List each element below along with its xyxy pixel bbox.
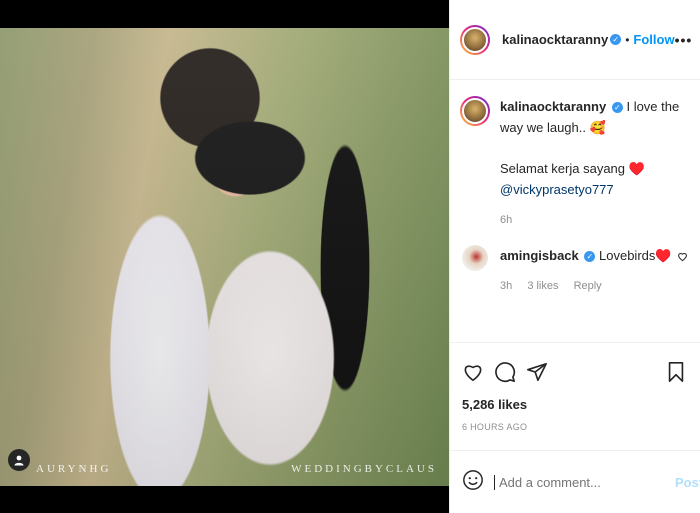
media-pane: AURYNHG WEDDINGBYCLAUS bbox=[0, 0, 449, 513]
emoji-icon[interactable] bbox=[462, 469, 484, 496]
comment-item: amingisback ✓ Lovebirds♥️ 3h 3 likes Rep… bbox=[460, 245, 688, 297]
post-side-panel: kalinaocktaranny ✓ • Follow ••• kalinaoc… bbox=[449, 0, 700, 513]
caption-mention-link[interactable]: @vickyprasetyo777 bbox=[500, 182, 614, 197]
save-bookmark-icon[interactable] bbox=[666, 361, 686, 383]
follow-button[interactable]: Follow bbox=[633, 32, 674, 47]
comment-text: Lovebirds♥️ bbox=[599, 248, 672, 263]
comment-input[interactable] bbox=[494, 474, 675, 490]
instagram-post-view: AURYNHG WEDDINGBYCLAUS kalinaocktaranny … bbox=[0, 0, 700, 513]
more-options-icon[interactable]: ••• bbox=[675, 32, 693, 48]
post-comment-button[interactable]: Post bbox=[675, 475, 700, 490]
share-icon[interactable] bbox=[526, 361, 548, 383]
caption-text-line2: Selamat kerja sayang ♥️ bbox=[500, 161, 645, 176]
caption-avatar[interactable] bbox=[460, 96, 490, 126]
separator-dot: • bbox=[625, 32, 630, 47]
likes-count[interactable]: 5,286 likes bbox=[462, 397, 686, 412]
post-photo[interactable] bbox=[0, 28, 449, 486]
add-comment-bar: Post bbox=[450, 450, 700, 513]
verified-badge-icon: ✓ bbox=[584, 251, 596, 263]
comment-time[interactable]: 3h bbox=[500, 280, 512, 292]
watermark-left: AURYNHG bbox=[36, 463, 112, 475]
comment-username[interactable]: amingisback bbox=[500, 248, 579, 263]
avatar[interactable] bbox=[460, 24, 490, 55]
comment-like-icon[interactable] bbox=[677, 251, 688, 297]
user-tag-icon[interactable] bbox=[8, 449, 30, 471]
verified-badge-icon: ✓ bbox=[611, 102, 623, 114]
watermark-right: WEDDINGBYCLAUS bbox=[291, 463, 437, 475]
comments-section: kalinaocktaranny ✓ I love the way we lau… bbox=[450, 80, 700, 342]
caption-time[interactable]: 6h bbox=[500, 214, 512, 226]
comment-avatar[interactable] bbox=[462, 245, 488, 271]
caption-item: kalinaocktaranny ✓ I love the way we lau… bbox=[460, 96, 688, 231]
post-header: kalinaocktaranny ✓ • Follow ••• bbox=[450, 0, 700, 80]
verified-badge-icon: ✓ bbox=[610, 34, 622, 45]
post-username[interactable]: kalinaocktaranny bbox=[502, 32, 608, 47]
comment-likes[interactable]: 3 likes bbox=[527, 280, 558, 292]
like-heart-icon[interactable] bbox=[462, 361, 484, 383]
post-actions: 5,286 likes 6 HOURS AGO bbox=[450, 342, 700, 432]
caption-username[interactable]: kalinaocktaranny bbox=[500, 99, 606, 114]
post-timestamp[interactable]: 6 HOURS AGO bbox=[462, 422, 686, 432]
comment-icon[interactable] bbox=[494, 361, 516, 383]
comment-reply-button[interactable]: Reply bbox=[574, 280, 602, 292]
